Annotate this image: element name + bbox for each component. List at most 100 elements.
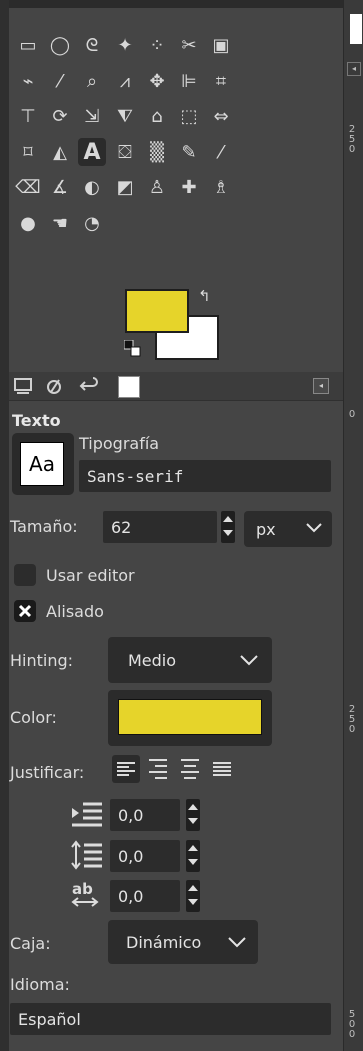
clone-icon[interactable]: ♙ [143, 173, 171, 201]
paintbrush-icon[interactable]: ⁄ [207, 138, 235, 166]
font-label: Tipografía [79, 434, 160, 453]
crop-icon[interactable]: ⌗ [207, 67, 235, 95]
pencil-icon-glyph: ✎ [181, 141, 197, 163]
line-spacing-icon [70, 840, 104, 870]
foreground-color-swatch[interactable] [125, 289, 189, 333]
select-by-color-icon[interactable]: ⁘ [143, 31, 171, 59]
check-mark-icon [18, 604, 32, 618]
scissors-select-icon[interactable]: ✂ [175, 31, 203, 59]
align-icon[interactable]: ⊫ [175, 67, 203, 95]
font-preview-button[interactable]: Aa [12, 433, 74, 495]
move-icon-glyph: ✥ [149, 70, 165, 92]
smudge-icon[interactable]: ☚ [46, 209, 74, 237]
tool-options-icon[interactable] [12, 376, 34, 396]
ellipse-select-icon[interactable]: ◯ [46, 31, 74, 59]
default-colors-icon[interactable] [123, 339, 144, 360]
letter-spacing-input[interactable]: 0,0 [110, 880, 180, 912]
font-input[interactable]: Sans-serif [79, 460, 331, 492]
fuzzy-select-icon[interactable]: ✦ [111, 31, 139, 59]
images-icon[interactable] [118, 376, 140, 398]
antialias-checkbox[interactable] [14, 600, 36, 622]
justify-label: Justificar: [10, 763, 85, 782]
hinting-value: Medio [128, 650, 177, 670]
letter-spacing-stepper[interactable] [186, 880, 200, 912]
foreground-select-icon[interactable]: ▣ [207, 31, 235, 59]
tool-options-title: Texto [12, 411, 61, 430]
rect-select-icon[interactable]: ▭ [14, 31, 42, 59]
perspective-clone-icon[interactable]: ♗ [207, 173, 235, 201]
measure-icon[interactable]: ⩘ [111, 67, 139, 95]
paths-icon[interactable]: ⌁ [14, 67, 42, 95]
size-stepper[interactable] [221, 511, 235, 543]
ruler-menu-button[interactable]: ◂ [347, 62, 361, 76]
flip-icon[interactable]: ⇔ [207, 102, 235, 130]
eraser-icon[interactable]: ⌫ [14, 173, 42, 201]
airbrush-icon[interactable]: ∡ [46, 173, 74, 201]
text-color-swatch [118, 699, 262, 735]
size-input[interactable]: 62 [103, 511, 217, 543]
unit-value: px [256, 519, 276, 539]
ruler-mark: 2 5 0 [348, 704, 356, 735]
undo-history-icon[interactable] [78, 376, 100, 396]
mypaint-brush-icon[interactable]: ◩ [111, 173, 139, 201]
blur-sharpen-icon-glyph: ● [20, 212, 36, 234]
dodge-burn-icon-glyph: ◔ [84, 212, 100, 234]
justify-right-icon[interactable] [144, 755, 172, 783]
text-icon[interactable]: A [78, 138, 106, 166]
indent-stepper[interactable] [186, 799, 200, 831]
cage-transform-icon[interactable]: ⌑ [14, 138, 42, 166]
ruler-mark: 2 5 0 [348, 124, 356, 155]
perspective-icon-glyph: ⌂ [151, 105, 163, 127]
line-spacing-stepper[interactable] [186, 840, 200, 872]
gradient-icon[interactable]: ▒ [143, 138, 171, 166]
box-dropdown[interactable]: Dinámico [108, 920, 258, 964]
pencil-icon[interactable]: ✎ [175, 138, 203, 166]
indent-input[interactable]: 0,0 [110, 799, 180, 831]
perspective-icon[interactable]: ⌂ [143, 102, 171, 130]
zoom-icon-glyph: ⌕ [86, 70, 98, 92]
line-spacing-input[interactable]: 0,0 [110, 840, 180, 872]
hinting-dropdown[interactable]: Medio [108, 637, 272, 683]
bucket-fill-icon[interactable]: ⛋ [111, 138, 139, 166]
swap-colors-icon[interactable]: ↰ [198, 287, 211, 305]
language-input[interactable]: Español [10, 1003, 331, 1035]
warp-transform-icon[interactable]: ◭ [46, 138, 74, 166]
heal-icon[interactable]: ✚ [175, 173, 203, 201]
device-status-icon[interactable] [44, 376, 66, 396]
unified-transform-icon-glyph: ⊤ [20, 105, 36, 127]
justify-center-icon[interactable] [176, 755, 204, 783]
ink-icon[interactable]: ◐ [78, 173, 106, 201]
canvas-corner [350, 14, 362, 44]
rotate-icon[interactable]: ⟳ [46, 102, 74, 130]
chevron-down-icon [306, 523, 322, 533]
size-label: Tamaño: [10, 517, 78, 536]
dock-menu-button[interactable]: ◂ [313, 378, 329, 394]
dodge-burn-icon[interactable]: ◔ [78, 209, 106, 237]
language-label: Idioma: [10, 975, 70, 994]
smudge-icon-glyph: ☚ [51, 212, 69, 234]
zoom-icon[interactable]: ⌕ [78, 67, 106, 95]
color-picker-icon[interactable]: ⁄ [46, 67, 74, 95]
box-label: Caja: [10, 934, 51, 953]
mypaint-brush-icon-glyph: ◩ [116, 176, 134, 198]
free-select-icon[interactable]: ᘓ [78, 31, 106, 59]
gradient-icon-glyph: ▒ [150, 141, 164, 163]
justify-fill-icon[interactable] [208, 755, 236, 783]
use-editor-checkbox[interactable] [14, 564, 36, 586]
text-color-button[interactable] [108, 690, 272, 746]
airbrush-icon-glyph: ∡ [51, 176, 69, 198]
select-by-color-icon-glyph: ⁘ [149, 34, 165, 56]
scale-icon[interactable]: ⇲ [78, 102, 106, 130]
paintbrush-icon-glyph: ⁄ [219, 141, 223, 163]
letter-spacing-icon: ab [70, 880, 104, 910]
shear-icon[interactable]: ⧨ [111, 102, 139, 130]
paths-icon-glyph: ⌁ [22, 70, 34, 92]
blur-sharpen-icon[interactable]: ● [14, 209, 42, 237]
justify-left-icon[interactable] [112, 755, 140, 783]
move-icon[interactable]: ✥ [143, 67, 171, 95]
3d-transform-icon[interactable]: ⬚ [175, 102, 203, 130]
unified-transform-icon[interactable]: ⊤ [14, 102, 42, 130]
ink-icon-glyph: ◐ [84, 176, 100, 198]
heal-icon-glyph: ✚ [181, 176, 197, 198]
unit-dropdown[interactable]: px [244, 511, 332, 547]
